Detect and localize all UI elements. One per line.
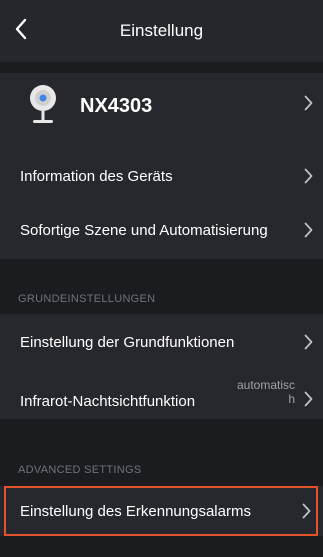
info-label: Information des Geräts <box>20 168 173 185</box>
chevron-right-icon <box>304 168 313 189</box>
scene-automation-label: Sofortige Szene und Automatisierung <box>20 222 268 239</box>
chevron-right-icon <box>304 391 313 412</box>
info-row[interactable]: Information des Geräts <box>0 150 323 206</box>
infrared-label: Infrarot-Nachtsichtfunktion <box>20 393 196 410</box>
basic-functions-row[interactable]: Einstellung der Grundfunktionen <box>0 314 323 368</box>
chevron-right-icon <box>304 222 313 243</box>
chevron-right-icon <box>304 334 313 355</box>
camera-icon <box>28 84 58 128</box>
header-bar: Einstellung <box>0 0 323 62</box>
infrared-row[interactable]: Infrarot-Nachtsichtfunktion automatisch <box>0 368 323 420</box>
section-title-advanced: ADVANCED SETTINGS <box>18 464 142 476</box>
device-name: NX4303 <box>80 95 153 117</box>
selection-highlight <box>4 486 318 536</box>
basic-functions-label: Einstellung der Grundfunktionen <box>20 334 235 351</box>
page-title: Einstellung <box>119 21 204 40</box>
section-title-basic: GRUNDEINSTELLUNGEN <box>18 293 156 305</box>
scene-automation-row[interactable]: Sofortige Szene und Automatisierung <box>0 203 323 259</box>
infrared-value: automatisch <box>236 378 295 406</box>
